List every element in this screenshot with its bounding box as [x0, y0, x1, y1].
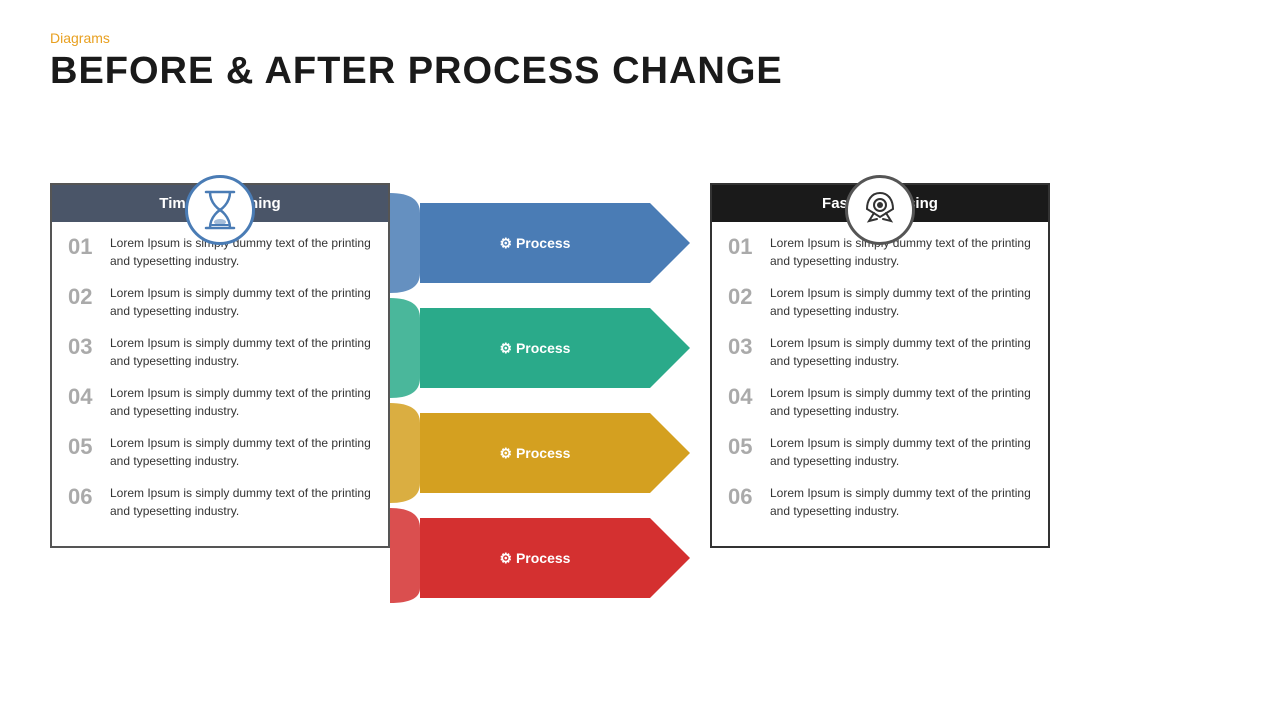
- left-item-text: Lorem Ipsum is simply dummy text of the …: [110, 434, 372, 470]
- left-item-num: 04: [68, 384, 100, 410]
- svg-text:⚙ Process: ⚙ Process: [500, 340, 571, 356]
- left-list-item: 04 Lorem Ipsum is simply dummy text of t…: [68, 384, 372, 420]
- hourglass-icon: [185, 175, 255, 245]
- left-list-item: 02 Lorem Ipsum is simply dummy text of t…: [68, 284, 372, 320]
- right-item-text: Lorem Ipsum is simply dummy text of the …: [770, 234, 1032, 270]
- right-box: Fast Processing 01 Lorem Ipsum is simply…: [710, 183, 1050, 548]
- page: Diagrams BEFORE & AFTER PROCESS CHANGE T…: [0, 0, 1280, 720]
- arrows-container: ⚙ Process ⚙ Process ⚙ Process ⚙ Process: [390, 183, 710, 608]
- right-item-text: Lorem Ipsum is simply dummy text of the …: [770, 334, 1032, 370]
- left-item-text: Lorem Ipsum is simply dummy text of the …: [110, 384, 372, 420]
- left-box: Time Consuming 01 Lorem Ipsum is simply …: [50, 183, 390, 548]
- right-list-item: 03 Lorem Ipsum is simply dummy text of t…: [728, 334, 1032, 370]
- left-list-item: 05 Lorem Ipsum is simply dummy text of t…: [68, 434, 372, 470]
- left-item-num: 06: [68, 484, 100, 510]
- left-item-text: Lorem Ipsum is simply dummy text of the …: [110, 234, 372, 270]
- right-item-text: Lorem Ipsum is simply dummy text of the …: [770, 384, 1032, 420]
- left-item-text: Lorem Ipsum is simply dummy text of the …: [110, 284, 372, 320]
- right-item-num: 01: [728, 234, 760, 260]
- right-box-body: 01 Lorem Ipsum is simply dummy text of t…: [712, 222, 1048, 546]
- right-item-text: Lorem Ipsum is simply dummy text of the …: [770, 284, 1032, 320]
- right-item-num: 03: [728, 334, 760, 360]
- right-list-item: 05 Lorem Ipsum is simply dummy text of t…: [728, 434, 1032, 470]
- left-item-num: 05: [68, 434, 100, 460]
- svg-text:⚙ Process: ⚙ Process: [500, 235, 571, 251]
- left-item-num: 03: [68, 334, 100, 360]
- right-item-num: 06: [728, 484, 760, 510]
- svg-text:⚙ Process: ⚙ Process: [500, 445, 571, 461]
- rocket-icon: [845, 175, 915, 245]
- right-item-text: Lorem Ipsum is simply dummy text of the …: [770, 484, 1032, 520]
- tag-label: Diagrams: [50, 30, 1230, 46]
- left-item-num: 02: [68, 284, 100, 310]
- svg-text:⚙ Process: ⚙ Process: [500, 550, 571, 566]
- right-list-item: 02 Lorem Ipsum is simply dummy text of t…: [728, 284, 1032, 320]
- right-list-item: 04 Lorem Ipsum is simply dummy text of t…: [728, 384, 1032, 420]
- right-item-num: 02: [728, 284, 760, 310]
- left-list-item: 06 Lorem Ipsum is simply dummy text of t…: [68, 484, 372, 520]
- right-list-item: 06 Lorem Ipsum is simply dummy text of t…: [728, 484, 1032, 520]
- left-item-num: 01: [68, 234, 100, 260]
- right-item-num: 04: [728, 384, 760, 410]
- left-box-body: 01 Lorem Ipsum is simply dummy text of t…: [52, 222, 388, 546]
- left-item-text: Lorem Ipsum is simply dummy text of the …: [110, 334, 372, 370]
- left-item-text: Lorem Ipsum is simply dummy text of the …: [110, 484, 372, 520]
- page-title: BEFORE & AFTER PROCESS CHANGE: [50, 50, 1230, 93]
- content-area: Time Consuming 01 Lorem Ipsum is simply …: [50, 123, 1230, 608]
- right-item-num: 05: [728, 434, 760, 460]
- left-list-item: 03 Lorem Ipsum is simply dummy text of t…: [68, 334, 372, 370]
- right-item-text: Lorem Ipsum is simply dummy text of the …: [770, 434, 1032, 470]
- process-arrows-svg: ⚙ Process ⚙ Process ⚙ Process ⚙ Process: [390, 183, 710, 603]
